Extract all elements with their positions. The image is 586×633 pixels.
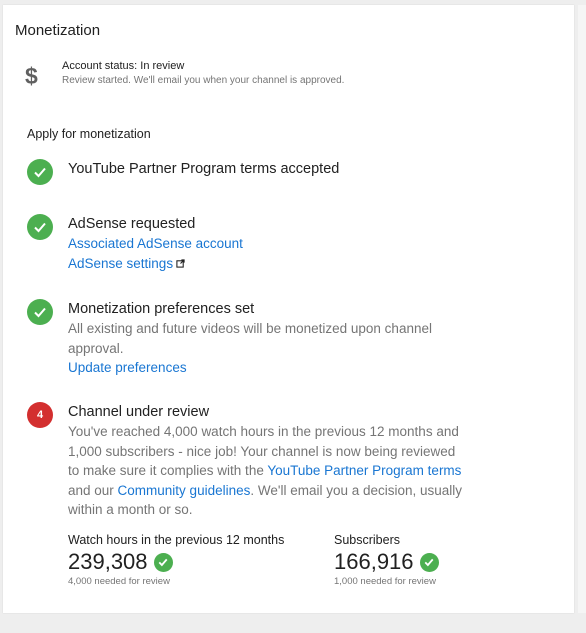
community-guidelines-link[interactable]: Community guidelines (118, 483, 251, 498)
monetization-card: Monetization $ Account status: In review… (3, 5, 574, 613)
step-title: YouTube Partner Program terms accepted (68, 161, 340, 177)
stat-label: Subscribers (334, 533, 400, 547)
ypp-terms-link[interactable]: YouTube Partner Program terms (267, 463, 461, 478)
account-status-detail: Review started. We'll email you when you… (62, 75, 345, 86)
adsense-settings-link[interactable]: AdSense settings (68, 254, 468, 274)
stat-value-row: 166,916 (334, 549, 439, 575)
step-title: AdSense requested (68, 216, 196, 232)
step-description: All existing and future videos will be m… (68, 321, 432, 356)
check-icon (153, 552, 173, 572)
watch-hours-stat: Watch hours in the previous 12 months 23… (68, 533, 284, 587)
step-title: Monetization preferences set (68, 301, 255, 317)
account-status: Account status: In review (62, 60, 185, 72)
update-preferences-link[interactable]: Update preferences (68, 358, 463, 378)
step-title: Channel under review (68, 404, 210, 420)
page-edge (578, 5, 586, 613)
stat-note: 4,000 needed for review (68, 576, 170, 587)
page-title: Monetization (15, 22, 101, 39)
watch-hours-value: 239,308 (68, 549, 148, 574)
stat-label: Watch hours in the previous 12 months (68, 533, 285, 547)
external-link-icon (176, 259, 185, 269)
associated-adsense-account-link[interactable]: Associated AdSense account (68, 234, 468, 254)
subscribers-stat: Subscribers 166,916 1,000 needed for rev… (334, 533, 439, 587)
check-icon (27, 214, 53, 240)
step-description: You've reached 4,000 watch hours in the … (68, 422, 463, 520)
check-icon (419, 552, 439, 572)
subscribers-value: 166,916 (334, 549, 414, 574)
check-icon (27, 159, 53, 185)
dollar-icon: $ (25, 63, 38, 89)
step-number-badge: 4 (27, 402, 53, 428)
apply-heading: Apply for monetization (27, 127, 151, 141)
review-text-2: and our (68, 482, 118, 498)
stat-note: 1,000 needed for review (334, 576, 436, 587)
check-icon (27, 299, 53, 325)
adsense-settings-label: AdSense settings (68, 255, 174, 271)
stat-value-row: 239,308 (68, 549, 284, 575)
